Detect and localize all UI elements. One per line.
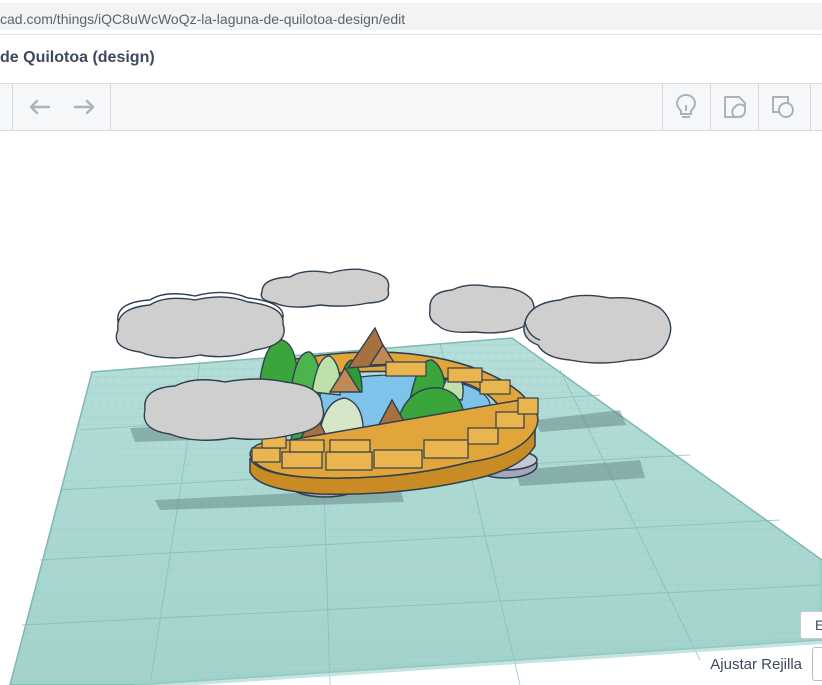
browser-url-bar: cad.com/things/iQC8uWcWoQz-la-laguna-de-… [0, 0, 822, 35]
toolbar-divider [710, 84, 711, 130]
note-shape-icon [724, 96, 746, 118]
hint-button[interactable] [669, 92, 703, 122]
snap-grid-control[interactable]: Ajustar Rejilla [682, 645, 822, 685]
undo-button[interactable] [22, 92, 56, 122]
address-field[interactable]: cad.com/things/iQC8uWcWoQz-la-laguna-de-… [0, 3, 822, 30]
workplane-scene[interactable] [0, 131, 822, 685]
toolbar-divider [758, 84, 759, 130]
toolbar-divider [12, 84, 13, 130]
toolbar-divider [810, 84, 811, 130]
cloud [523, 294, 672, 364]
design-header: de Quilotoa (design) [0, 35, 822, 84]
undo-arrow-icon [29, 99, 51, 115]
snap-grid-dropdown[interactable] [812, 647, 822, 681]
edit-toolbar [0, 84, 822, 131]
toolbar-divider [662, 84, 663, 130]
shape-outline-icon [772, 96, 794, 118]
cloud [260, 268, 390, 308]
address-text[interactable]: cad.com/things/iQC8uWcWoQz-la-laguna-de-… [0, 11, 405, 27]
snap-grid-label: Ajustar Rejilla [710, 656, 802, 673]
design-title[interactable]: de Quilotoa (design) [0, 49, 155, 67]
redo-arrow-icon [73, 99, 95, 115]
3d-viewport[interactable]: E Ajustar Rejilla [0, 131, 822, 685]
toolbar-divider [110, 84, 111, 130]
cloud [428, 284, 535, 334]
redo-button[interactable] [68, 92, 102, 122]
cloud [143, 378, 325, 441]
edit-grid-button[interactable]: E [800, 611, 822, 639]
edit-grid-label: E [815, 617, 822, 633]
cloud [115, 291, 285, 359]
ruler-button[interactable] [766, 92, 800, 122]
lightbulb-icon [675, 93, 697, 118]
notes-button[interactable] [718, 92, 752, 122]
